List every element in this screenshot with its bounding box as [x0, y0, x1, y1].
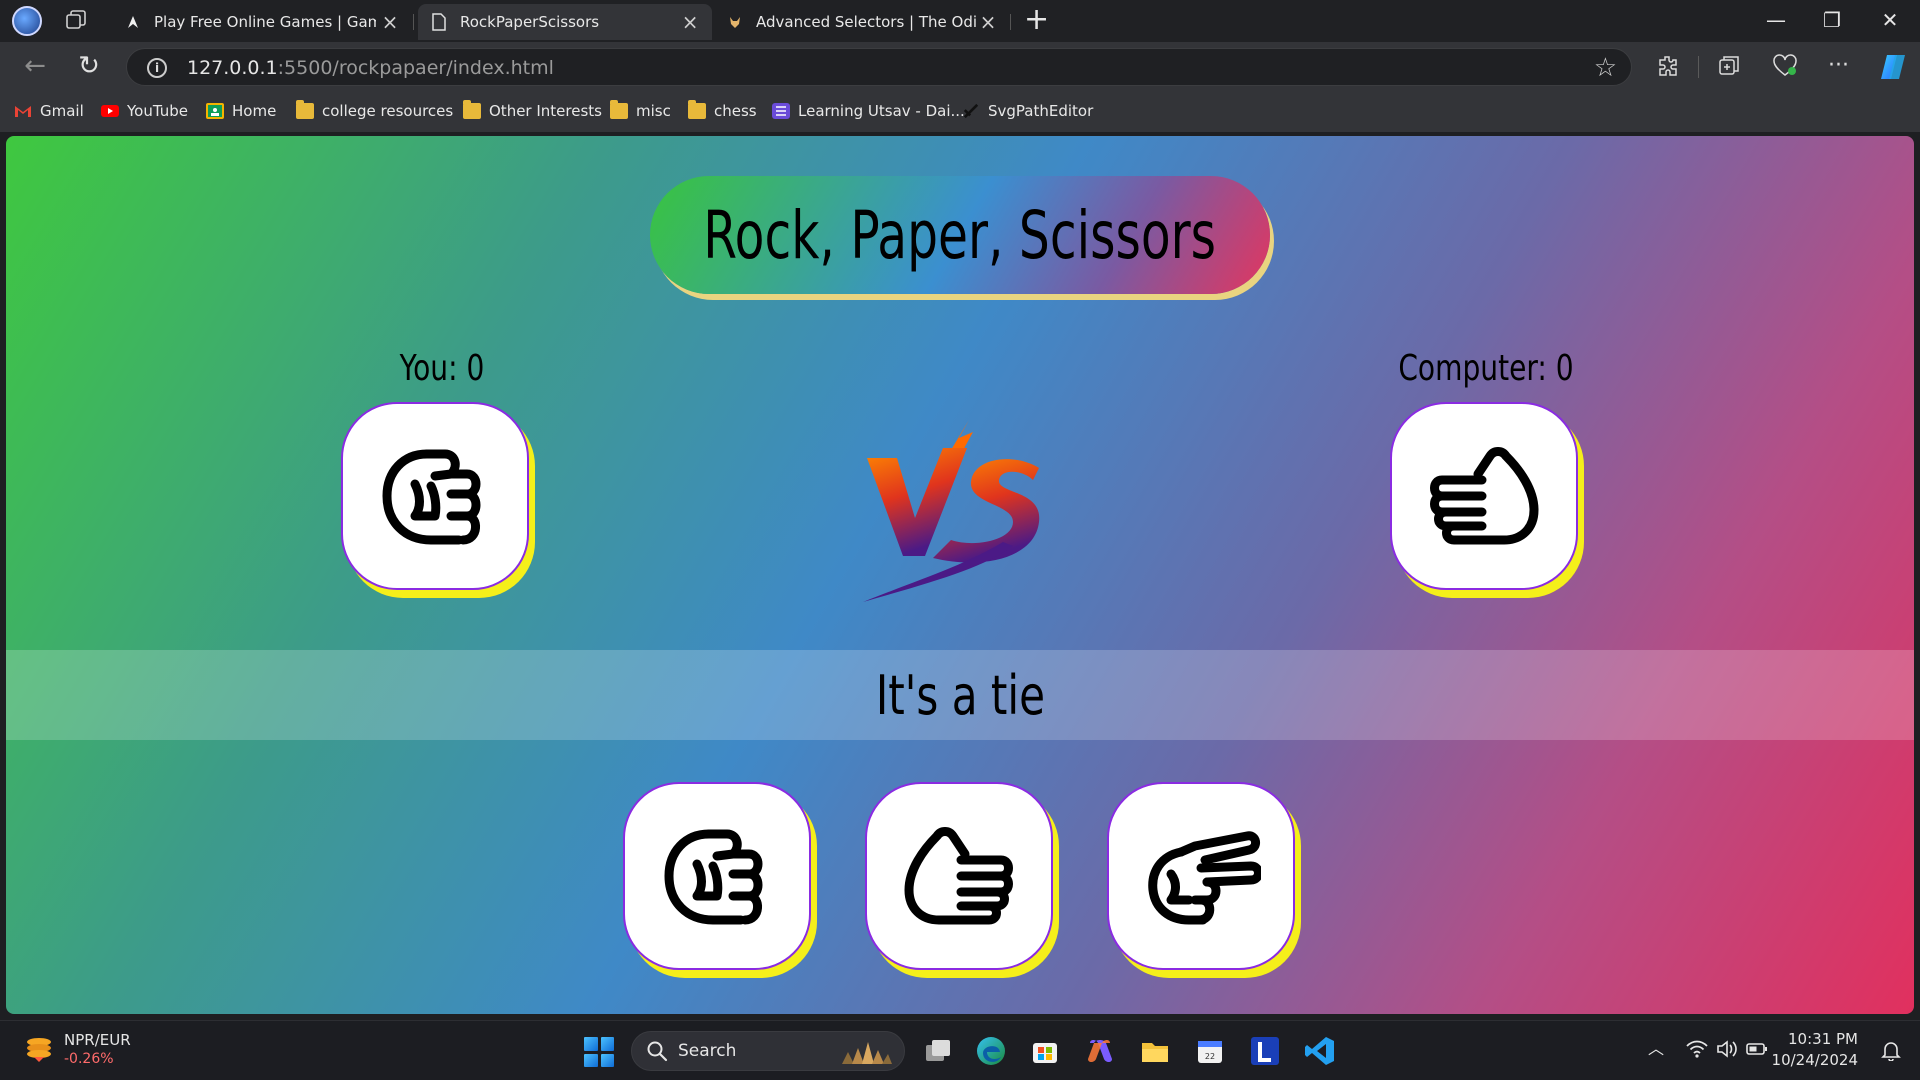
- search-highlight-icon: [842, 1042, 892, 1064]
- tab-title: Play Free Online Games | Games f: [154, 13, 376, 31]
- extensions-icon[interactable]: [1656, 54, 1680, 78]
- bookmark-misc[interactable]: misc: [610, 100, 671, 120]
- currency-coins-icon[interactable]: [24, 1033, 54, 1063]
- paper-button[interactable]: [865, 782, 1053, 970]
- vscode-icon[interactable]: [1304, 1035, 1336, 1067]
- l-app-icon[interactable]: [1249, 1035, 1281, 1067]
- rock-button[interactable]: [623, 782, 811, 970]
- folder-icon: [463, 100, 481, 119]
- close-tab-icon[interactable]: ×: [680, 10, 700, 34]
- odin-favicon-icon: [726, 13, 744, 31]
- show-hidden-icons-icon[interactable]: ︿: [1648, 1039, 1664, 1059]
- battery-icon[interactable]: [1746, 1039, 1768, 1059]
- back-icon[interactable]: ←: [22, 53, 48, 79]
- file-explorer-icon[interactable]: [1139, 1035, 1171, 1067]
- folder-icon: [610, 100, 628, 119]
- profile-avatar[interactable]: [12, 6, 42, 36]
- volume-icon[interactable]: [1716, 1039, 1738, 1059]
- copilot-icon[interactable]: [1878, 52, 1908, 82]
- tab-divider: [1010, 14, 1011, 30]
- computer-score: Computer: 0: [1398, 348, 1574, 389]
- rock-fist-icon: [382, 449, 481, 545]
- youtube-icon: [101, 105, 119, 117]
- result-banner: It's a tie: [6, 650, 1914, 740]
- address-bar-row: ← ↻ i 127.0.0.1:5500/rockpapaer/index.ht…: [0, 42, 1920, 92]
- more-options-icon[interactable]: ···: [1828, 54, 1849, 78]
- page-title: Rock, Paper, Scissors: [650, 176, 1270, 294]
- bookmark-learning-utsav[interactable]: Learning Utsav - Dai...: [772, 102, 965, 120]
- taskbar-search[interactable]: Search: [631, 1031, 905, 1071]
- reload-icon[interactable]: ↻: [76, 53, 102, 79]
- toolbar-divider: [1698, 56, 1699, 78]
- paper-hand-icon: [904, 827, 1013, 925]
- task-view-icon[interactable]: [922, 1035, 954, 1067]
- minimize-icon[interactable]: —: [1756, 8, 1796, 32]
- start-icon[interactable]: [584, 1037, 614, 1067]
- copilot-app-icon[interactable]: [1084, 1035, 1116, 1067]
- close-tab-icon[interactable]: ×: [380, 10, 400, 34]
- url-text[interactable]: 127.0.0.1:5500/rockpapaer/index.html: [187, 57, 554, 79]
- calendar-icon[interactable]: 22: [1194, 1035, 1226, 1067]
- bookmark-other-interests[interactable]: Other Interests: [463, 100, 602, 120]
- close-window-icon[interactable]: ✕: [1870, 8, 1910, 32]
- browser-essentials-icon[interactable]: [1772, 54, 1798, 78]
- bookmark-college-resources[interactable]: college resources: [296, 100, 453, 120]
- bookmark-home[interactable]: Home: [206, 102, 276, 120]
- taskbar: NPR/EUR -0.26% Search 22 ︿ 10:31 PM 10/2…: [0, 1020, 1920, 1080]
- site-info-icon[interactable]: i: [147, 58, 167, 78]
- clock[interactable]: 10:31 PM 10/24/2024: [1772, 1029, 1858, 1071]
- bookmark-svgpatheditor[interactable]: SvgPathEditor: [962, 102, 1093, 120]
- player-score: You: 0: [399, 348, 485, 389]
- list-app-icon: [772, 103, 790, 119]
- gmail-icon: [15, 106, 31, 117]
- svg-path-editor-icon: [963, 103, 979, 119]
- folder-icon: [688, 100, 706, 119]
- computer-choice-card: [1390, 402, 1578, 590]
- new-tab-icon[interactable]: +: [1024, 5, 1049, 35]
- address-bar[interactable]: i 127.0.0.1:5500/rockpapaer/index.html ☆: [126, 48, 1632, 86]
- tab-title: RockPaperScissors: [460, 13, 600, 31]
- bookmark-chess[interactable]: chess: [688, 100, 757, 120]
- tab-rockpaperscissors[interactable]: RockPaperScissors ×: [418, 4, 712, 40]
- bookmarks-bar: Gmail YouTube Home college resources Oth…: [0, 92, 1920, 132]
- tab-divider: [413, 14, 414, 30]
- favorite-star-icon[interactable]: ☆: [1594, 53, 1617, 83]
- page-viewport: Rock, Paper, Scissors You: 0 Computer: 0: [6, 136, 1914, 1014]
- edge-icon[interactable]: [975, 1035, 1007, 1067]
- tab-games[interactable]: Play Free Online Games | Games f ×: [112, 4, 412, 40]
- restore-icon[interactable]: ❐: [1812, 8, 1852, 32]
- workspaces-icon[interactable]: [64, 9, 88, 33]
- game-favicon-icon: [124, 13, 142, 31]
- rock-fist-icon: [664, 829, 763, 925]
- versus-graphic: [863, 420, 1040, 602]
- tab-title: Advanced Selectors | The Odin Pr: [756, 13, 978, 31]
- svg-text:22: 22: [1205, 1052, 1215, 1061]
- scissors-hand-icon: [1148, 831, 1261, 925]
- close-tab-icon[interactable]: ×: [978, 10, 998, 34]
- store-icon[interactable]: [1029, 1035, 1061, 1067]
- widget-value[interactable]: -0.26%: [64, 1051, 114, 1067]
- wifi-icon[interactable]: [1686, 1039, 1708, 1059]
- page-icon: [430, 13, 448, 31]
- tab-strip: Play Free Online Games | Games f × RockP…: [0, 0, 1920, 42]
- result-text: It's a tie: [875, 663, 1045, 727]
- collections-icon[interactable]: [1717, 54, 1741, 78]
- player-choice-card: [341, 402, 529, 590]
- tab-odin-project[interactable]: Advanced Selectors | The Odin Pr ×: [714, 4, 1010, 40]
- widget-title[interactable]: NPR/EUR: [64, 1031, 131, 1049]
- notifications-bell-icon[interactable]: [1880, 1039, 1902, 1061]
- folder-icon: [296, 100, 314, 119]
- paper-hand-icon: [1430, 447, 1539, 545]
- home-classroom-icon: [206, 103, 224, 119]
- bookmark-youtube[interactable]: YouTube: [101, 102, 188, 120]
- search-icon: [647, 1041, 668, 1062]
- scissors-button[interactable]: [1107, 782, 1295, 970]
- bookmark-gmail[interactable]: Gmail: [14, 102, 84, 120]
